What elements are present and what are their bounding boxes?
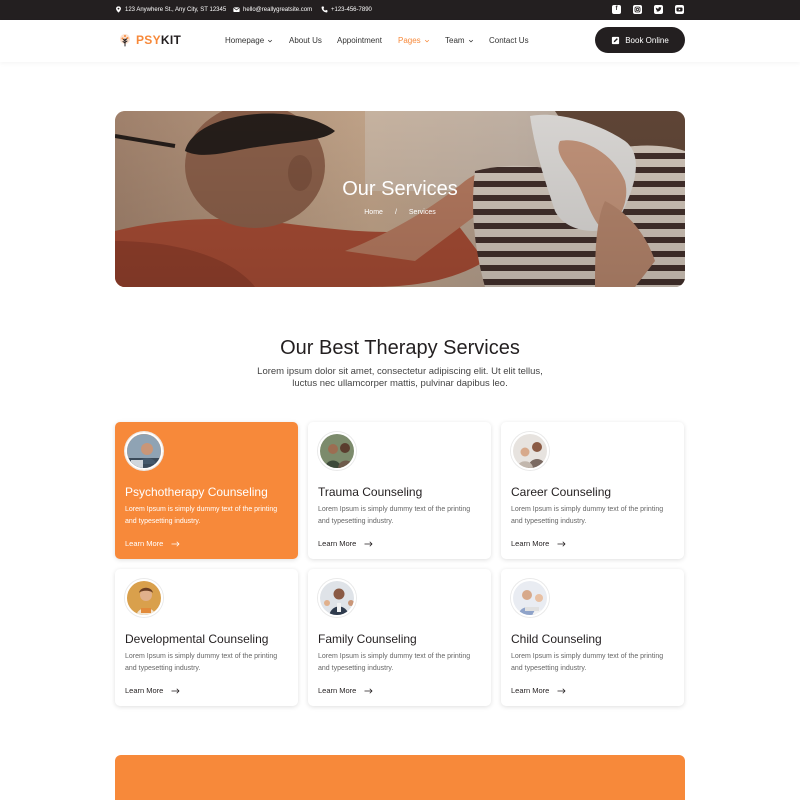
nav-item-about-us[interactable]: About Us <box>289 36 322 45</box>
address-info: 123 Anywhere St., Any City, ST 12345 <box>115 6 226 13</box>
service-card-title: Family Counseling <box>318 632 417 646</box>
brain-tree-icon <box>120 34 130 47</box>
edit-calendar-icon <box>612 36 620 44</box>
nav-item-pages[interactable]: Pages <box>398 36 430 45</box>
service-card-description: Lorem Ipsum is simply dummy text of the … <box>125 506 278 525</box>
service-card-psychotherapy[interactable]: Psychotherapy Counseling Lorem Ipsum is … <box>115 422 298 559</box>
arrow-right-icon <box>364 540 373 547</box>
learn-more-link[interactable]: Learn More <box>511 686 567 695</box>
learn-more-link[interactable]: Learn More <box>511 539 567 548</box>
address-text: 123 Anywhere St., Any City, ST 12345 <box>125 6 227 13</box>
nav-item-label: Contact Us <box>489 36 529 45</box>
chevron-down-icon <box>424 39 429 42</box>
location-pin-icon <box>116 6 121 13</box>
email-info[interactable]: hello@reallygreatsite.com <box>233 6 312 13</box>
psykit-logo[interactable]: PSY KIT <box>118 33 181 47</box>
phone-info[interactable]: +123-456-7890 <box>321 6 372 13</box>
service-card-description: Lorem Ipsum is simply dummy text of the … <box>125 653 278 672</box>
section-title: Our Best Therapy Services <box>280 337 520 359</box>
nav-item-label: Team <box>445 36 465 45</box>
service-card-description: Lorem Ipsum is simply dummy text of the … <box>511 653 664 672</box>
therapist-photo <box>318 432 356 470</box>
email-text[interactable]: hello@reallygreatsite.com <box>243 7 312 13</box>
cta-banner <box>115 755 685 800</box>
nav-item-appointment[interactable]: Appointment <box>337 36 382 45</box>
section-subtitle: Lorem ipsum dolor sit amet, consectetur … <box>257 366 543 389</box>
service-card-description: Lorem Ipsum is simply dummy text of the … <box>318 506 471 525</box>
logo-text-kit: KIT <box>160 33 182 47</box>
arrow-right-icon <box>557 687 566 694</box>
main-navigation: PSY KIT Homepage About Us Appointment Pag… <box>0 20 800 62</box>
learn-more-label: Learn More <box>125 686 164 695</box>
service-card-trauma[interactable]: Trauma Counseling Lorem Ipsum is simply … <box>308 422 491 559</box>
service-card-title: Trauma Counseling <box>318 485 423 499</box>
breadcrumb: Home / Services <box>115 209 685 216</box>
nav-item-homepage[interactable]: Homepage <box>225 36 273 45</box>
learn-more-label: Learn More <box>511 686 550 695</box>
therapist-photo <box>125 432 163 470</box>
nav-item-contact-us[interactable]: Contact Us <box>489 36 529 45</box>
learn-more-label: Learn More <box>318 686 357 695</box>
book-online-button[interactable]: Book Online <box>595 27 685 53</box>
nav-item-label: Homepage <box>225 36 265 45</box>
learn-more-label: Learn More <box>318 539 357 548</box>
top-info-bar: 123 Anywhere St., Any City, ST 12345 hel… <box>0 0 800 20</box>
service-card-description: Lorem Ipsum is simply dummy text of the … <box>511 506 664 525</box>
service-card-title: Developmental Counseling <box>125 632 269 646</box>
logo-text-psy: PSY <box>136 33 161 47</box>
twitter-icon[interactable] <box>654 5 663 14</box>
facebook-icon[interactable]: f <box>612 5 621 14</box>
hero-title: Our Services <box>342 178 458 200</box>
nav-item-label: Pages <box>398 36 421 45</box>
service-card-title: Psychotherapy Counseling <box>125 485 268 499</box>
breadcrumb-separator: / <box>394 209 397 216</box>
instagram-icon[interactable] <box>633 5 642 14</box>
breadcrumb-home[interactable]: Home <box>364 209 383 216</box>
chevron-down-icon <box>268 39 273 42</box>
nav-item-label: About Us <box>289 36 322 45</box>
therapist-photo <box>125 579 163 617</box>
service-card-career[interactable]: Career Counseling Lorem Ipsum is simply … <box>501 422 684 559</box>
therapist-photo <box>511 432 549 470</box>
service-card-family[interactable]: Family Counseling Lorem Ipsum is simply … <box>308 569 491 706</box>
therapist-photo <box>318 579 356 617</box>
chevron-down-icon <box>468 39 473 42</box>
arrow-right-icon <box>171 687 180 694</box>
learn-more-link[interactable]: Learn More <box>125 539 181 548</box>
learn-more-label: Learn More <box>125 539 164 548</box>
learn-more-link[interactable]: Learn More <box>125 686 181 695</box>
envelope-icon <box>233 7 240 12</box>
breadcrumb-current: Services <box>408 209 436 216</box>
service-card-description: Lorem Ipsum is simply dummy text of the … <box>318 653 471 672</box>
arrow-right-icon <box>364 687 373 694</box>
phone-icon <box>321 6 328 13</box>
book-online-label: Book Online <box>625 35 669 45</box>
learn-more-link[interactable]: Learn More <box>318 686 374 695</box>
therapist-photo <box>511 579 549 617</box>
nav-item-label: Appointment <box>337 36 382 45</box>
arrow-right-icon <box>557 540 566 547</box>
youtube-icon[interactable] <box>675 5 684 14</box>
service-card-title: Child Counseling <box>511 632 602 646</box>
nav-item-team[interactable]: Team <box>445 36 474 45</box>
service-card-developmental[interactable]: Developmental Counseling Lorem Ipsum is … <box>115 569 298 706</box>
learn-more-link[interactable]: Learn More <box>318 539 374 548</box>
arrow-right-icon <box>171 540 180 547</box>
service-card-title: Career Counseling <box>511 485 612 499</box>
page-hero-banner: Our Services Home / Services <box>115 111 685 287</box>
phone-text[interactable]: +123-456-7890 <box>331 7 372 13</box>
learn-more-label: Learn More <box>511 539 550 548</box>
service-card-child[interactable]: Child Counseling Lorem Ipsum is simply d… <box>501 569 684 706</box>
